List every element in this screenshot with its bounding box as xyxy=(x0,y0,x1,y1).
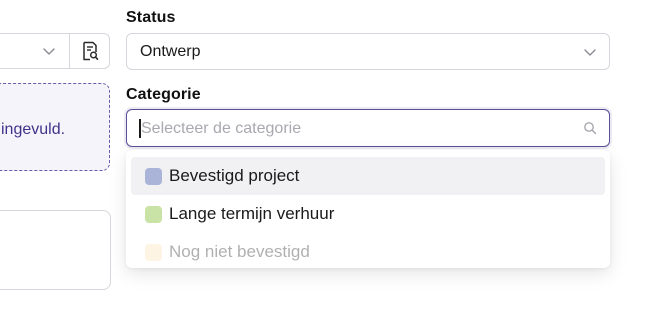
color-swatch xyxy=(145,243,162,261)
category-search-input[interactable]: Selecteer de categorie xyxy=(126,109,610,147)
chevron-down-icon xyxy=(43,48,55,55)
status-select[interactable]: Ontwerp xyxy=(126,33,610,70)
category-option-bevestigd-project[interactable]: Bevestigd project xyxy=(131,157,605,195)
document-search-icon xyxy=(82,41,98,61)
color-swatch xyxy=(145,167,162,185)
category-label: Categorie xyxy=(126,86,201,103)
category-placeholder: Selecteer de categorie xyxy=(141,120,302,137)
info-box: ingevuld. xyxy=(0,83,110,171)
left-text-area[interactable] xyxy=(0,210,111,290)
left-select[interactable] xyxy=(0,33,70,69)
category-option-lange-termijn-verhuur[interactable]: Lange termijn verhuur xyxy=(131,195,605,233)
status-label: Status xyxy=(126,9,176,26)
option-label: Bevestigd project xyxy=(169,166,300,185)
chevron-down-icon xyxy=(584,49,596,56)
color-swatch xyxy=(145,205,162,223)
document-search-button[interactable] xyxy=(69,33,110,69)
status-value: Ontwerp xyxy=(140,43,201,60)
option-label: Nog niet bevestigd xyxy=(169,242,310,261)
option-label: Lange termijn verhuur xyxy=(169,204,335,223)
category-option-nog-niet-bevestigd[interactable]: Nog niet bevestigd xyxy=(131,233,605,268)
category-dropdown: Bevestigd project Lange termijn verhuur … xyxy=(126,150,610,268)
search-icon xyxy=(584,122,597,135)
text-caret xyxy=(139,119,141,138)
info-message: ingevuld. xyxy=(1,121,66,138)
